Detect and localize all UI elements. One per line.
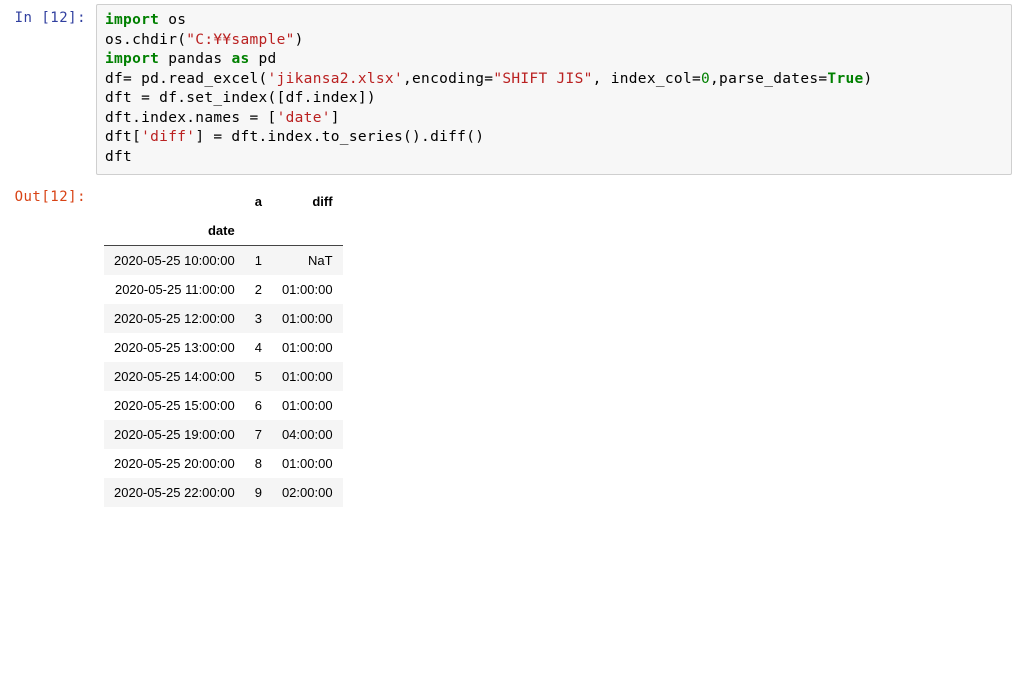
dataframe-blank-header: [104, 187, 245, 216]
code-token: dft.index.names = [: [105, 110, 277, 126]
code-token: 'diff': [141, 129, 195, 145]
table-row: 2020-05-25 13:00:00401:00:00: [104, 333, 343, 362]
dataframe-column-header: a: [245, 187, 272, 216]
code-token: 'date': [277, 110, 331, 126]
code-token: dft = df.set_index([df.index]): [105, 90, 376, 106]
dataframe-cell: 1: [245, 245, 272, 275]
code-token: ): [864, 71, 873, 87]
code-token: os.chdir(: [105, 32, 186, 48]
dataframe-index-name-row: date: [104, 216, 343, 246]
dataframe-index-cell: 2020-05-25 11:00:00: [104, 275, 245, 304]
dataframe-cell: 6: [245, 391, 272, 420]
dataframe-blank-cell: [272, 216, 343, 246]
dataframe-index-cell: 2020-05-25 12:00:00: [104, 304, 245, 333]
dataframe-header-row: a diff: [104, 187, 343, 216]
dataframe-cell: 5: [245, 362, 272, 391]
dataframe-cell: 2: [245, 275, 272, 304]
code-token: , index_col=: [593, 71, 701, 87]
dataframe-cell: 4: [245, 333, 272, 362]
code-token: ]: [331, 110, 340, 126]
input-prompt: In [12]:: [6, 4, 96, 32]
dataframe-cell: NaT: [272, 245, 343, 275]
code-input[interactable]: import os os.chdir("C:¥¥sample") import …: [96, 4, 1012, 175]
table-row: 2020-05-25 15:00:00601:00:00: [104, 391, 343, 420]
output-area: a diff date 2020-05-25 10:00:001NaT2020-…: [96, 183, 1018, 511]
dataframe-column-header: diff: [272, 187, 343, 216]
code-token: import: [105, 12, 159, 28]
dataframe-index-cell: 2020-05-25 10:00:00: [104, 245, 245, 275]
code-token: pd: [250, 51, 277, 67]
code-token: ,encoding=: [403, 71, 493, 87]
dataframe-cell: 04:00:00: [272, 420, 343, 449]
dataframe-index-cell: 2020-05-25 15:00:00: [104, 391, 245, 420]
table-row: 2020-05-25 10:00:001NaT: [104, 245, 343, 275]
code-token: os: [159, 12, 186, 28]
table-row: 2020-05-25 11:00:00201:00:00: [104, 275, 343, 304]
table-row: 2020-05-25 19:00:00704:00:00: [104, 420, 343, 449]
code-token: dft[: [105, 129, 141, 145]
code-token: df= pd.read_excel(: [105, 71, 268, 87]
dataframe-cell: 02:00:00: [272, 478, 343, 507]
code-token: ): [295, 32, 304, 48]
code-token: dft: [105, 149, 132, 165]
code-token: 'jikansa2.xlsx': [268, 71, 403, 87]
dataframe-cell: 8: [245, 449, 272, 478]
dataframe-cell: 01:00:00: [272, 362, 343, 391]
output-cell: Out[12]: a diff date 2020-05-25 10:00:00…: [0, 179, 1024, 515]
output-prompt: Out[12]:: [6, 183, 96, 211]
code-token: as: [231, 51, 249, 67]
table-row: 2020-05-25 22:00:00902:00:00: [104, 478, 343, 507]
table-row: 2020-05-25 12:00:00301:00:00: [104, 304, 343, 333]
dataframe-cell: 3: [245, 304, 272, 333]
dataframe-index-cell: 2020-05-25 14:00:00: [104, 362, 245, 391]
dataframe-index-cell: 2020-05-25 13:00:00: [104, 333, 245, 362]
dataframe-cell: 01:00:00: [272, 391, 343, 420]
dataframe-cell: 01:00:00: [272, 304, 343, 333]
dataframe-table: a diff date 2020-05-25 10:00:001NaT2020-…: [104, 187, 343, 507]
code-token: ] = dft.index.to_series().diff(): [195, 129, 484, 145]
dataframe-blank-cell: [245, 216, 272, 246]
dataframe-index-cell: 2020-05-25 20:00:00: [104, 449, 245, 478]
code-token: ,parse_dates=: [710, 71, 827, 87]
dataframe-cell: 01:00:00: [272, 333, 343, 362]
dataframe-index-name: date: [104, 216, 245, 246]
input-cell: In [12]: import os os.chdir("C:¥¥sample"…: [0, 0, 1024, 179]
dataframe-cell: 01:00:00: [272, 449, 343, 478]
code-token: import: [105, 51, 159, 67]
dataframe-index-cell: 2020-05-25 22:00:00: [104, 478, 245, 507]
code-token: "C:¥¥sample": [186, 32, 294, 48]
code-token: pandas: [159, 51, 231, 67]
table-row: 2020-05-25 14:00:00501:00:00: [104, 362, 343, 391]
code-token: True: [827, 71, 863, 87]
code-token: 0: [701, 71, 710, 87]
dataframe-cell: 7: [245, 420, 272, 449]
code-token: "SHIFT JIS": [493, 71, 592, 87]
table-row: 2020-05-25 20:00:00801:00:00: [104, 449, 343, 478]
dataframe-cell: 01:00:00: [272, 275, 343, 304]
dataframe-cell: 9: [245, 478, 272, 507]
dataframe-index-cell: 2020-05-25 19:00:00: [104, 420, 245, 449]
